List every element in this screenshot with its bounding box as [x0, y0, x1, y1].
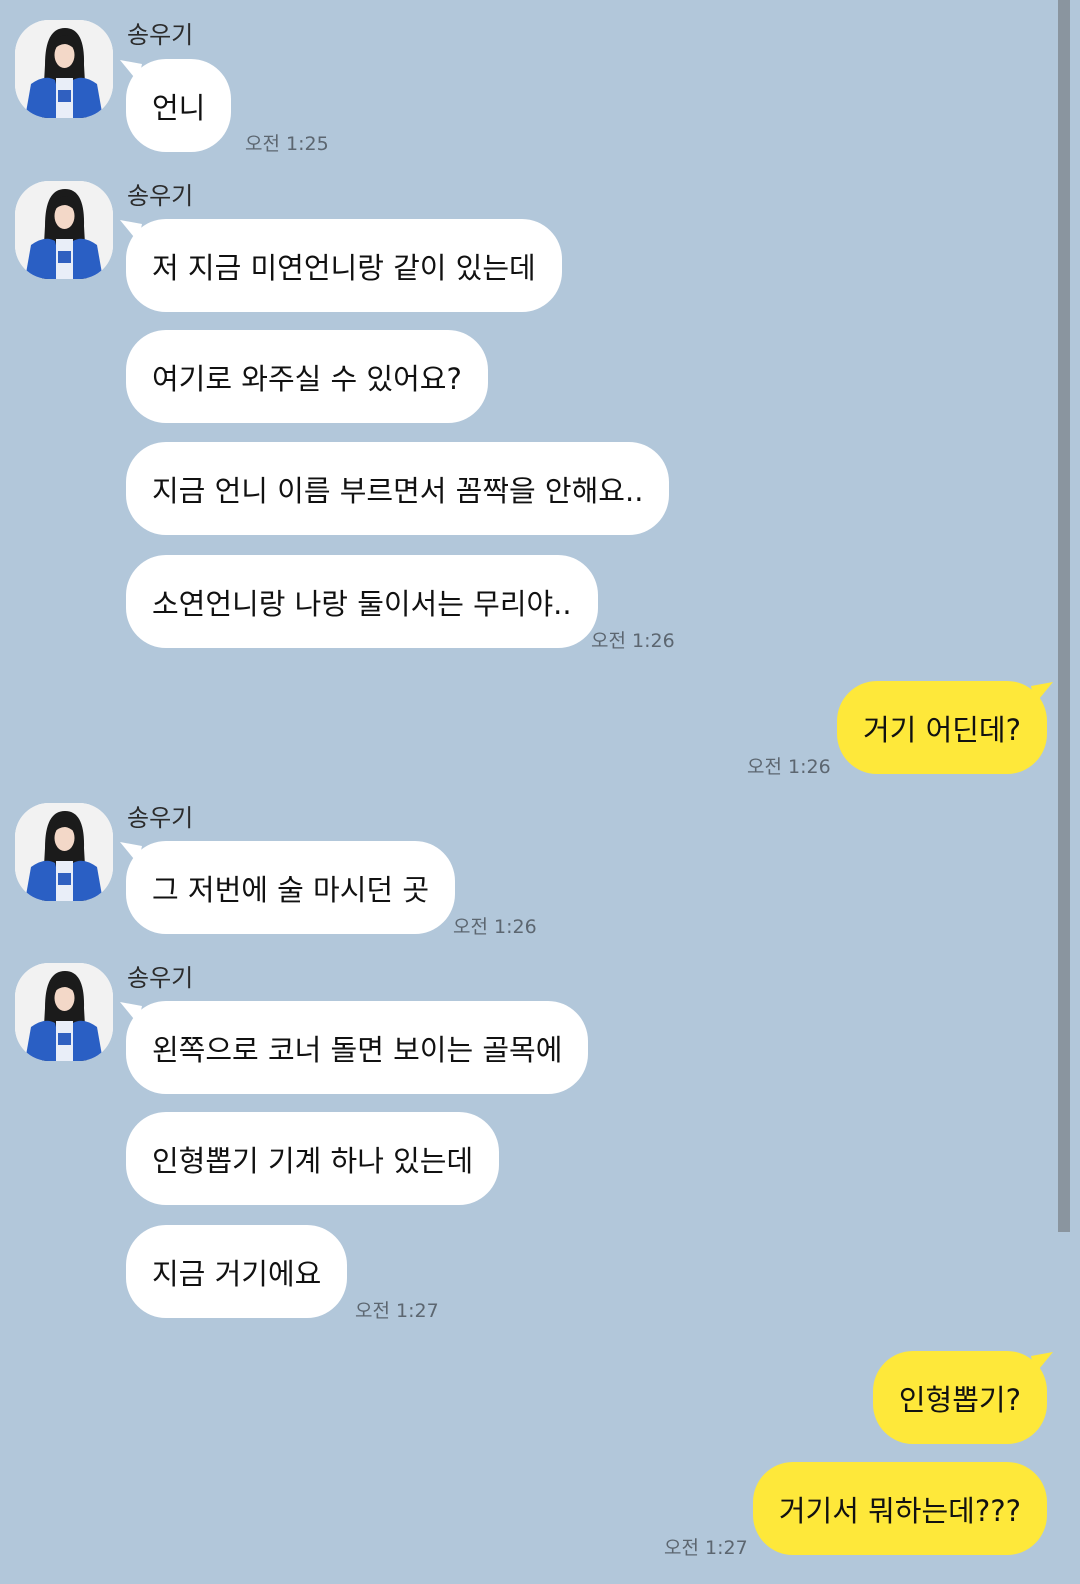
- message-text: 여기로 와주실 수 있어요?: [152, 361, 462, 396]
- message-text: 지금 언니 이름 부르면서 꼼짝을 안해요..: [152, 473, 644, 508]
- sender-avatar[interactable]: [15, 963, 113, 1061]
- message-time: 오전 1:27: [355, 1300, 439, 1322]
- sender-name: 송우기: [127, 182, 194, 210]
- message-bubble[interactable]: 소연언니랑 나랑 둘이서는 무리야..: [126, 555, 598, 648]
- message-text: 지금 거기에요: [152, 1256, 322, 1291]
- message-text: 저 지금 미연언니랑 같이 있는데: [152, 250, 536, 285]
- message-bubble[interactable]: 지금 언니 이름 부르면서 꼼짝을 안해요..: [126, 442, 670, 535]
- message-bubble[interactable]: 저 지금 미연언니랑 같이 있는데: [126, 219, 562, 312]
- sender-name: 송우기: [127, 964, 194, 992]
- message-text: 거기서 뭐하는데???: [778, 1493, 1021, 1528]
- message-text: 거기 어딘데?: [862, 712, 1021, 747]
- sender-avatar[interactable]: [15, 803, 113, 901]
- avatar-photo: [15, 963, 113, 1061]
- sender-avatar[interactable]: [15, 181, 113, 279]
- message-bubble[interactable]: 언니: [126, 59, 232, 152]
- sender-name: 송우기: [127, 804, 194, 832]
- message-text: 인형뽑기 기계 하나 있는데: [152, 1143, 474, 1178]
- message-bubble[interactable]: 거기서 뭐하는데???: [752, 1462, 1047, 1555]
- message-time: 오전 1:26: [591, 630, 675, 652]
- message-time: 오전 1:25: [245, 133, 329, 155]
- message-text: 왼쪽으로 코너 돌면 보이는 골목에: [152, 1032, 563, 1067]
- avatar-photo: [15, 803, 113, 901]
- message-time: 오전 1:26: [453, 916, 537, 938]
- scrollbar[interactable]: [1058, 0, 1070, 1232]
- message-bubble[interactable]: 여기로 와주실 수 있어요?: [126, 330, 488, 423]
- message-bubble[interactable]: 지금 거기에요: [126, 1225, 348, 1318]
- avatar-photo: [15, 20, 113, 118]
- message-text: 그 저번에 술 마시던 곳: [152, 872, 429, 907]
- message-text: 언니: [152, 90, 206, 125]
- message-time: 오전 1:26: [747, 756, 831, 778]
- message-time: 오전 1:27: [664, 1537, 748, 1559]
- message-text: 소연언니랑 나랑 둘이서는 무리야..: [152, 586, 572, 621]
- avatar-photo: [15, 181, 113, 279]
- message-bubble[interactable]: 거기 어딘데?: [836, 681, 1047, 774]
- message-bubble[interactable]: 인형뽑기 기계 하나 있는데: [126, 1112, 500, 1205]
- message-bubble[interactable]: 그 저번에 술 마시던 곳: [126, 841, 455, 934]
- message-bubble[interactable]: 인형뽑기?: [872, 1351, 1047, 1444]
- message-text: 인형뽑기?: [898, 1382, 1021, 1417]
- sender-name: 송우기: [127, 21, 194, 49]
- message-bubble[interactable]: 왼쪽으로 코너 돌면 보이는 골목에: [126, 1001, 589, 1094]
- sender-avatar[interactable]: [15, 20, 113, 118]
